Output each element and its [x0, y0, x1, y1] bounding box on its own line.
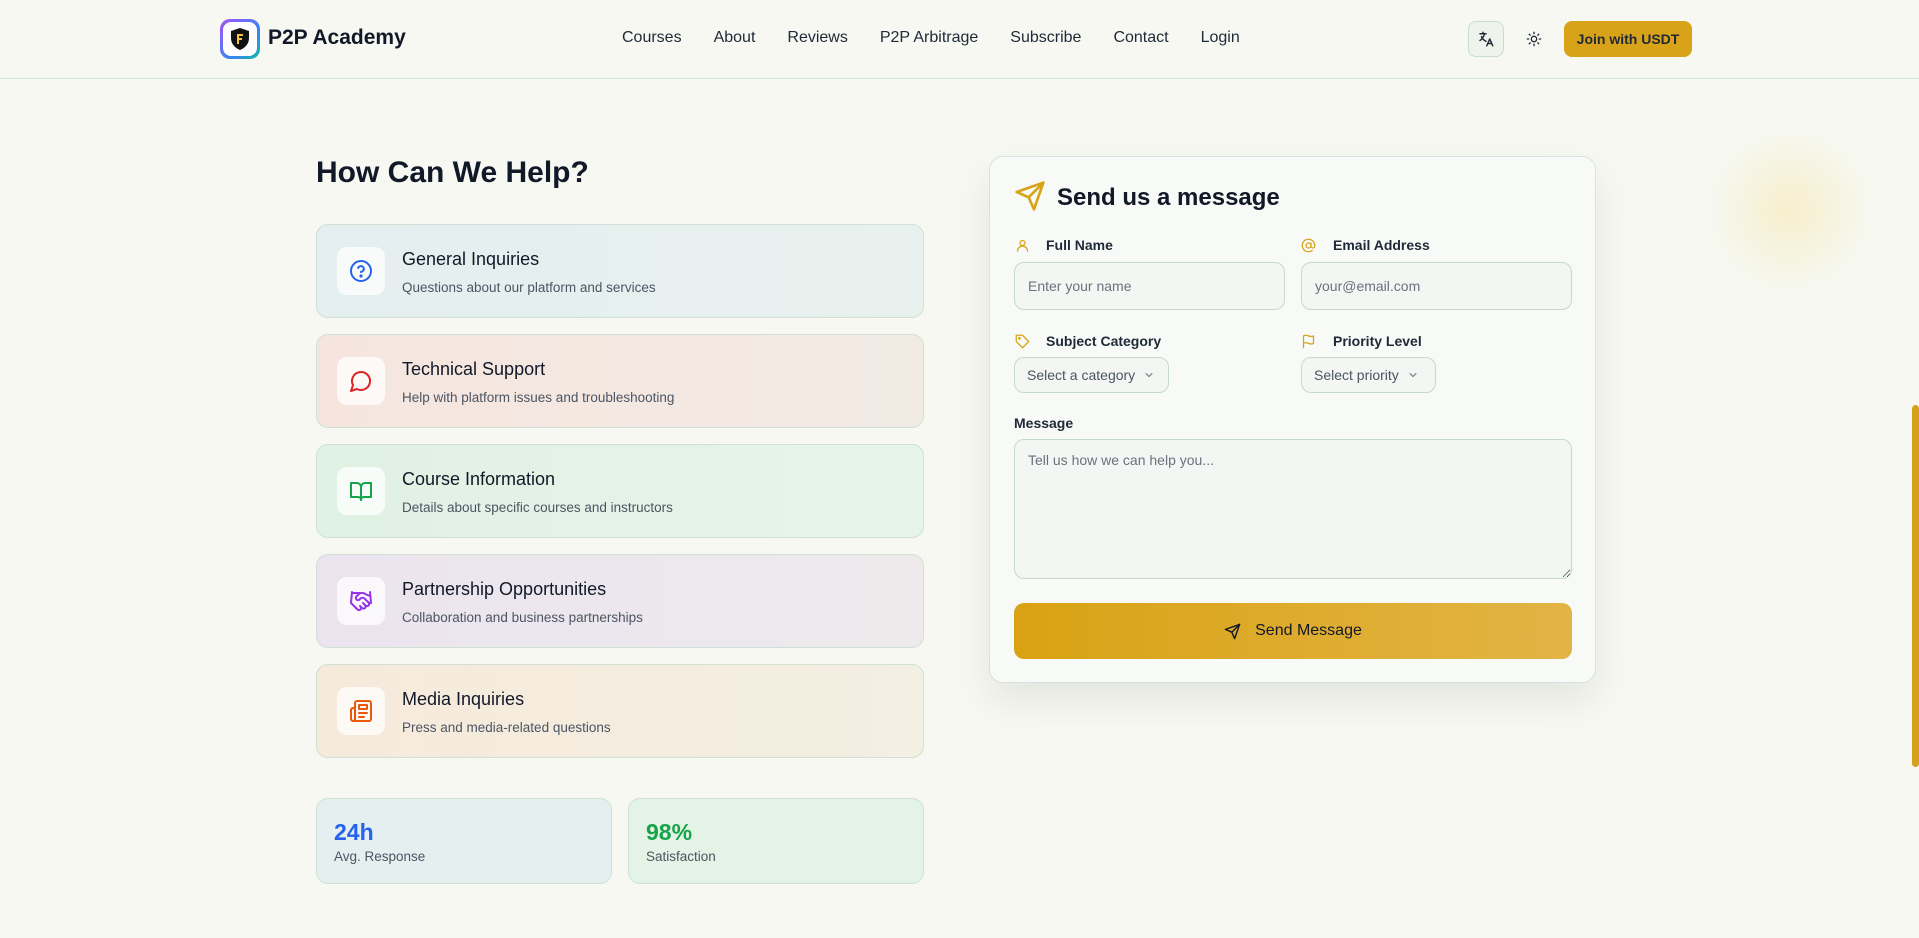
flag-icon [1302, 334, 1315, 349]
card-title: Media Inquiries [402, 689, 525, 709]
brand-logo[interactable] [220, 19, 260, 59]
nav-reviews[interactable]: Reviews [787, 29, 847, 47]
form-title: Send us a message [1057, 184, 1280, 211]
help-card-partnership-opportunities[interactable]: Partnership Opportunities Collaboration … [316, 554, 924, 648]
at-sign-icon [1301, 238, 1316, 253]
stat-label: Avg. Response [334, 849, 426, 864]
card-subtitle: Details about specific courses and instr… [402, 500, 673, 515]
handshake-icon [350, 591, 372, 612]
card-subtitle: Help with platform issues and troublesho… [402, 390, 675, 405]
contact-form-card: Send us a message Full Name Email Addres… [989, 156, 1596, 683]
join-with-usdt-button[interactable]: Join with USDT [1564, 21, 1692, 57]
card-title: Technical Support [402, 359, 546, 379]
nav-subscribe[interactable]: Subscribe [1010, 29, 1081, 47]
shield-logo-icon [231, 28, 249, 50]
subject-category-label: Subject Category [1046, 333, 1162, 349]
nav-about[interactable]: About [714, 29, 756, 47]
newspaper-icon [350, 700, 372, 722]
stat-value: 98% [646, 819, 693, 845]
nav-contact[interactable]: Contact [1113, 29, 1168, 47]
card-title: Partnership Opportunities [402, 579, 607, 599]
email-label: Email Address [1333, 237, 1430, 253]
stat-satisfaction: 98% Satisfaction [628, 798, 924, 884]
nav-p2p-arbitrage[interactable]: P2P Arbitrage [880, 29, 978, 47]
chevron-down-icon [1145, 373, 1153, 378]
nav-courses[interactable]: Courses [622, 29, 682, 47]
theme-toggle-button[interactable] [1516, 21, 1552, 57]
main-nav: Courses About Reviews P2P Arbitrage Subs… [622, 29, 1272, 47]
subject-category-select[interactable]: Select a category [1014, 357, 1169, 393]
select-value: Select priority [1314, 367, 1399, 383]
card-title: General Inquiries [402, 249, 540, 269]
tag-icon [1015, 334, 1030, 349]
send-icon [1224, 623, 1241, 639]
full-name-input[interactable] [1014, 262, 1285, 310]
message-label: Message [1014, 415, 1074, 431]
send-message-button[interactable]: Send Message [1014, 603, 1572, 659]
card-subtitle: Collaboration and business partnerships [402, 610, 643, 625]
stat-value: 24h [334, 819, 374, 845]
message-circle-icon [350, 371, 371, 392]
help-card-general-inquiries[interactable]: General Inquiries Questions about our pl… [316, 224, 924, 318]
card-subtitle: Press and media-related questions [402, 720, 611, 735]
send-icon [1015, 181, 1045, 211]
sun-icon [1526, 31, 1542, 47]
full-name-label: Full Name [1046, 237, 1113, 253]
help-card-technical-support[interactable]: Technical Support Help with platform iss… [316, 334, 924, 428]
stat-label: Satisfaction [646, 849, 716, 864]
help-card-course-information[interactable]: Course Information Details about specifi… [316, 444, 924, 538]
help-card-media-inquiries[interactable]: Media Inquiries Press and media-related … [316, 664, 924, 758]
translate-icon [1479, 31, 1494, 47]
nav-login[interactable]: Login [1201, 29, 1240, 47]
email-input[interactable] [1301, 262, 1572, 310]
help-circle-icon [350, 260, 372, 282]
user-icon [1016, 239, 1029, 252]
message-textarea[interactable] [1014, 439, 1572, 579]
stat-avg-response: 24h Avg. Response [316, 798, 612, 884]
send-message-label: Send Message [1255, 622, 1362, 639]
decorative-glow [1700, 130, 1880, 290]
help-section-title: How Can We Help? [316, 156, 589, 189]
page-scrollbar-thumb[interactable] [1912, 405, 1919, 767]
select-value: Select a category [1027, 367, 1136, 383]
card-title: Course Information [402, 469, 556, 489]
priority-level-select[interactable]: Select priority [1301, 357, 1436, 393]
chevron-down-icon [1409, 373, 1417, 378]
card-subtitle: Questions about our platform and service… [402, 280, 656, 295]
priority-level-label: Priority Level [1333, 333, 1422, 349]
book-open-icon [350, 482, 372, 501]
language-toggle-button[interactable] [1468, 21, 1504, 57]
brand-name[interactable]: P2P Academy [268, 26, 406, 50]
top-navbar: P2P Academy Courses About Reviews P2P Ar… [0, 0, 1919, 79]
